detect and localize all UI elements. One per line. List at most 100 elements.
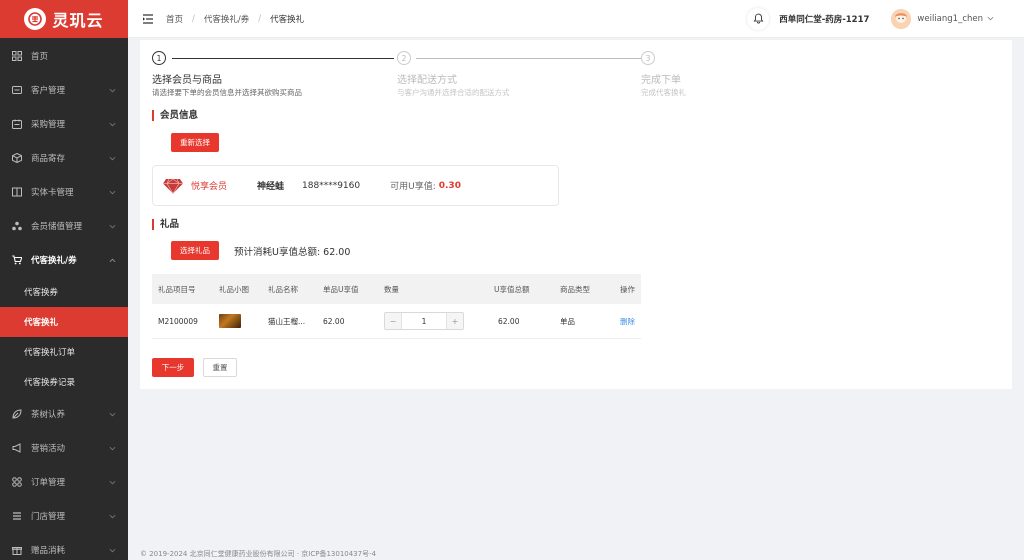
decrement-button[interactable]: − <box>385 313 401 329</box>
member-info-card: 悦享会员 神经蛙 188****9160 可用U享值: 0.30 <box>152 165 559 206</box>
quantity-input[interactable]: 1 <box>401 313 447 329</box>
sidebar-menu: 首页 客户管理 采购管理 商品寄存 实体卡管理 会员储值管理 代客换礼/券 代客… <box>0 39 128 560</box>
sidebar-item-label: 代客换礼/券 <box>31 256 77 266</box>
menu-fold-icon[interactable] <box>142 13 154 25</box>
gift-code: M2100009 <box>158 316 198 326</box>
gift-section-title: 礼品 <box>152 219 179 230</box>
balance-value: 0.30 <box>438 180 461 191</box>
sidebar-item-stores[interactable]: 门店管理 <box>0 499 128 533</box>
breadcrumb-current: 代客换礼 <box>270 14 305 25</box>
sidebar-item-marketing[interactable]: 营销活动 <box>0 431 128 465</box>
sidebar-item-member-stored-value[interactable]: 会员储值管理 <box>0 209 128 243</box>
chevron-up-icon <box>109 258 116 262</box>
footer: © 2019-2024 北京同仁堂健康药业股份有限公司 · 京ICP备13010… <box>140 550 377 558</box>
sidebar-item-gift-consumption[interactable]: 赠品消耗 <box>0 533 128 560</box>
sidebar-item-home[interactable]: 首页 <box>0 39 128 73</box>
chevron-down-icon <box>109 224 116 228</box>
step-number: 1 <box>152 51 166 65</box>
chevron-down-icon <box>109 412 116 416</box>
step-title: 选择配送方式 <box>397 75 457 86</box>
chevron-down-icon <box>109 548 116 552</box>
step-number: 3 <box>641 51 655 65</box>
column-header: 商品类型 <box>560 284 590 294</box>
avatar[interactable] <box>891 8 912 29</box>
breadcrumb-home[interactable]: 首页 <box>166 13 183 25</box>
avatar-image <box>891 8 912 29</box>
steps: 1 选择会员与商品 请选择要下单的会员信息并选择其欲购买商品 2 选择配送方式 … <box>152 51 872 101</box>
step-title: 完成下单 <box>641 75 681 86</box>
step-description: 完成代客换礼 <box>641 88 686 97</box>
member-phone: 188****9160 <box>302 180 361 191</box>
delete-link-label[interactable]: 删除 <box>620 317 635 326</box>
step-description: 请选择要下单的会员信息并选择其欲购买商品 <box>152 88 302 97</box>
store-icon <box>12 511 22 521</box>
sidebar-subitem-gift-exchange[interactable]: 代客换礼 <box>0 307 128 337</box>
reset-button[interactable]: 重置 <box>203 358 237 377</box>
card-icon <box>12 187 22 197</box>
sidebar-item-tea-adoption[interactable]: 茶树认养 <box>0 397 128 431</box>
sidebar-subitem-coupon-exchange[interactable]: 代客换券 <box>0 277 128 307</box>
logo[interactable]: 灵玑云 <box>0 0 128 38</box>
table-row: M2100009 猫山王榴... 62.00 − 1 + 62.00 单品 删除 <box>152 304 641 339</box>
customer-icon <box>12 85 22 95</box>
chevron-down-icon <box>109 190 116 194</box>
step-number: 2 <box>397 51 411 65</box>
sidebar-item-purchase[interactable]: 采购管理 <box>0 107 128 141</box>
sidebar-item-label: 茶树认养 <box>31 410 66 420</box>
breadcrumb-parent[interactable]: 代客换礼/券 <box>204 13 249 25</box>
logo-icon <box>24 8 47 30</box>
chevron-down-icon <box>109 446 116 450</box>
sidebar-item-customers[interactable]: 客户管理 <box>0 73 128 107</box>
members-icon <box>12 221 22 231</box>
sidebar-item-cards[interactable]: 实体卡管理 <box>0 175 128 209</box>
column-header: 礼品名称 <box>268 284 298 294</box>
increment-button[interactable]: + <box>447 313 463 329</box>
step-1: 1 选择会员与商品 请选择要下单的会员信息并选择其欲购买商品 <box>152 51 302 97</box>
box-icon <box>12 153 22 163</box>
select-gift-button[interactable]: 选择礼品 <box>171 241 219 260</box>
gift-table: 礼品项目号 礼品小图 礼品名称 单品U享值 数量 U享值总额 商品类型 操作 M… <box>152 274 641 339</box>
table-header: 礼品项目号 礼品小图 礼品名称 单品U享值 数量 U享值总额 商品类型 操作 <box>152 274 641 304</box>
member-section-title: 会员信息 <box>152 110 198 121</box>
chevron-down-icon <box>109 88 116 92</box>
total-value: 62.00 <box>498 316 520 326</box>
header-right: 西单同仁堂-药房-1217 weiliang1_chen <box>747 0 1024 37</box>
quantity-stepper: − 1 + <box>384 312 464 330</box>
orders-icon <box>12 477 22 487</box>
chevron-down-icon[interactable] <box>987 15 994 22</box>
gift-name: 猫山王榴... <box>268 316 306 326</box>
sidebar: 灵玑云 首页 客户管理 采购管理 商品寄存 实体卡管理 会员储值管理 代客换礼/… <box>0 0 128 560</box>
gift-icon <box>12 545 22 555</box>
estimated-total: 预计消耗U享值总额: 62.00 <box>234 247 351 258</box>
step-connector <box>172 58 394 59</box>
sidebar-item-orders[interactable]: 订单管理 <box>0 465 128 499</box>
purchase-icon <box>12 119 22 129</box>
megaphone-icon <box>12 443 22 453</box>
product-type: 单品 <box>560 316 575 326</box>
sidebar-item-label: 营销活动 <box>31 444 66 454</box>
sidebar-subitem-coupon-records[interactable]: 代客换券记录 <box>0 367 128 397</box>
column-header: 操作 <box>620 284 635 294</box>
sidebar-item-label: 订单管理 <box>31 478 66 488</box>
sidebar-item-label: 客户管理 <box>31 86 66 96</box>
username[interactable]: weiliang1_chen <box>917 14 983 24</box>
sidebar-item-label: 采购管理 <box>31 120 66 130</box>
column-header: 单品U享值 <box>323 284 359 294</box>
sidebar-item-storage[interactable]: 商品寄存 <box>0 141 128 175</box>
gift-thumbnail-cell <box>213 314 262 328</box>
sidebar-item-label: 会员储值管理 <box>31 222 83 232</box>
notification-button[interactable] <box>747 8 769 30</box>
step-3: 3 完成下单 完成代客换礼 <box>641 51 686 97</box>
column-header: 礼品项目号 <box>158 284 196 294</box>
sidebar-item-gift-exchange[interactable]: 代客换礼/券 <box>0 243 128 277</box>
reselect-member-button[interactable]: 重新选择 <box>171 133 219 152</box>
delete-link[interactable]: 删除 <box>614 316 641 327</box>
next-step-button[interactable]: 下一步 <box>152 358 194 377</box>
column-header: U享值总额 <box>494 284 530 294</box>
current-store[interactable]: 西单同仁堂-药房-1217 <box>779 13 869 25</box>
sidebar-item-label: 门店管理 <box>31 512 66 522</box>
grid-icon <box>12 51 22 61</box>
sidebar-item-label: 首页 <box>31 52 49 62</box>
chevron-down-icon <box>109 514 116 518</box>
sidebar-subitem-gift-orders[interactable]: 代客换礼订单 <box>0 337 128 367</box>
